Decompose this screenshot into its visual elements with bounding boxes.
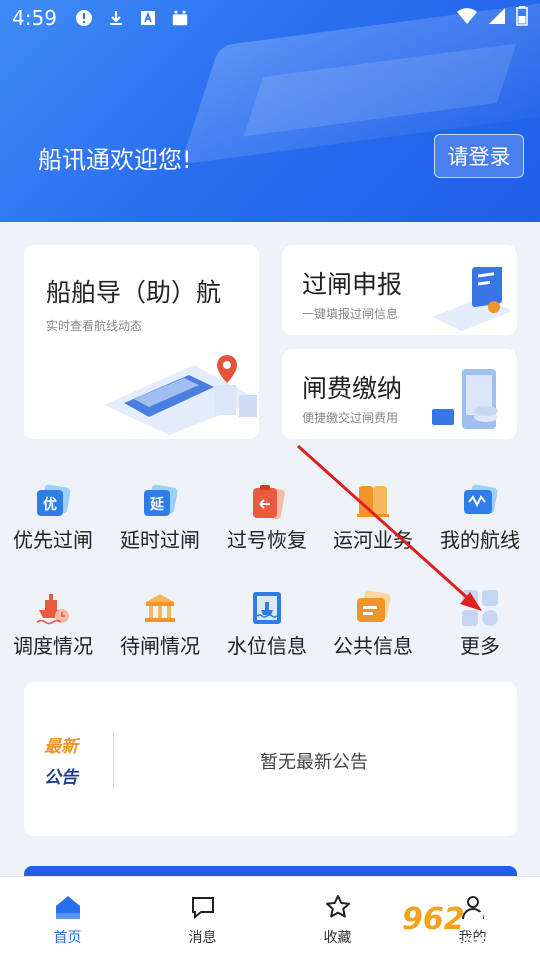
wifi-icon <box>456 6 478 30</box>
ship-navigation-icon <box>104 355 259 435</box>
card-lock-declaration-title: 过闸申报 <box>302 270 403 299</box>
grid-item-label: 过号恢复 <box>227 528 307 552</box>
svg-text:延: 延 <box>149 496 165 513</box>
waiting-icon <box>145 594 175 622</box>
watermark-sub: 乐游网 <box>448 937 490 953</box>
login-button[interactable]: 请登录 <box>434 134 524 178</box>
delay-icon: 延 <box>144 484 178 516</box>
tab-label: 消息 <box>188 930 217 946</box>
card-navigation[interactable]: 船舶导（助）航 实时查看航线动态 <box>24 245 259 439</box>
grid-item-restore[interactable]: 过号恢复 <box>217 482 317 562</box>
grid-item-more[interactable]: 更多 <box>430 588 530 668</box>
card-fee-payment-subtitle: 便捷缴交过闸费用 <box>302 411 399 425</box>
water-level-icon <box>253 592 281 624</box>
status-bar: 4:59 <box>0 0 540 36</box>
grid-item-priority[interactable]: 优 优先过闸 <box>3 482 103 562</box>
alert-icon <box>75 9 93 27</box>
message-icon <box>191 897 214 920</box>
grid-item-my-route[interactable]: 我的航线 <box>430 482 530 562</box>
grid-item-canal[interactable]: 运河业务 <box>323 482 423 562</box>
announcement-logo: 最新 公告 <box>44 732 114 788</box>
tab-messages[interactable]: 消息 <box>135 877 270 960</box>
site-watermark: 962 NET 乐游网 <box>402 902 532 954</box>
status-time: 4:59 <box>12 6 57 30</box>
priority-icon: 优 <box>37 484 71 516</box>
public-info-icon <box>357 590 391 622</box>
payment-card-icon <box>432 369 498 429</box>
card-lock-declaration[interactable]: 过闸申报 一键填报过闸信息 <box>282 245 517 335</box>
android-icon <box>171 9 189 27</box>
star-icon <box>325 895 350 918</box>
svg-text:优: 优 <box>43 496 57 513</box>
tab-home[interactable]: 首页 <box>0 877 135 960</box>
more-icon <box>462 590 498 626</box>
signal-icon <box>488 6 506 30</box>
canal-icon <box>357 486 389 517</box>
watermark-brand: 962 <box>402 902 465 937</box>
card-lock-declaration-subtitle: 一键填报过闸信息 <box>302 307 399 321</box>
grid-item-label: 更多 <box>460 634 500 658</box>
document-icon <box>432 267 512 331</box>
header-banner: 4:59 船讯通欢迎您! 请登录 <box>0 0 540 222</box>
tab-label: 首页 <box>53 930 82 946</box>
battery-icon <box>516 5 528 31</box>
grid-item-label: 待闸情况 <box>120 634 200 658</box>
home-icon <box>55 896 80 919</box>
grid-item-label: 我的航线 <box>440 528 520 552</box>
card-navigation-title: 船舶导（助）航 <box>46 278 222 307</box>
announcement-logo-line2: 公告 <box>44 768 78 788</box>
grid-item-public-info[interactable]: 公共信息 <box>323 588 423 668</box>
grid-item-label: 运河业务 <box>333 528 413 552</box>
font-icon <box>139 9 157 27</box>
grid-item-label: 水位信息 <box>227 634 307 658</box>
announcement-logo-line1: 最新 <box>44 737 78 757</box>
announcement-panel[interactable]: 最新 公告 暂无最新公告 <box>24 682 517 836</box>
grid-item-label: 公共信息 <box>333 634 413 658</box>
grid-item-water-level[interactable]: 水位信息 <box>217 588 317 668</box>
grid-item-dispatch[interactable]: 调度情况 <box>3 588 103 668</box>
grid-item-waiting[interactable]: 待闸情况 <box>110 588 210 668</box>
grid-item-label: 调度情况 <box>13 634 93 658</box>
download-icon <box>107 9 125 27</box>
route-icon <box>464 484 498 514</box>
watermark-suffix: NET <box>468 908 513 932</box>
welcome-text: 船讯通欢迎您! <box>38 146 192 174</box>
card-fee-payment-title: 闸费缴纳 <box>302 374 403 403</box>
dispatch-icon <box>36 594 69 625</box>
tab-favorites[interactable]: 收藏 <box>270 877 405 960</box>
grid-item-label: 优先过闸 <box>13 528 93 552</box>
card-navigation-subtitle: 实时查看航线动态 <box>46 319 143 333</box>
grid-item-delay[interactable]: 延 延时过闸 <box>110 482 210 562</box>
restore-icon <box>253 485 285 520</box>
grid-item-label: 延时过闸 <box>120 528 200 552</box>
tab-label: 收藏 <box>323 930 352 946</box>
card-fee-payment[interactable]: 闸费缴纳 便捷缴交过闸费用 <box>282 349 517 439</box>
announcement-text: 暂无最新公告 <box>260 752 368 773</box>
